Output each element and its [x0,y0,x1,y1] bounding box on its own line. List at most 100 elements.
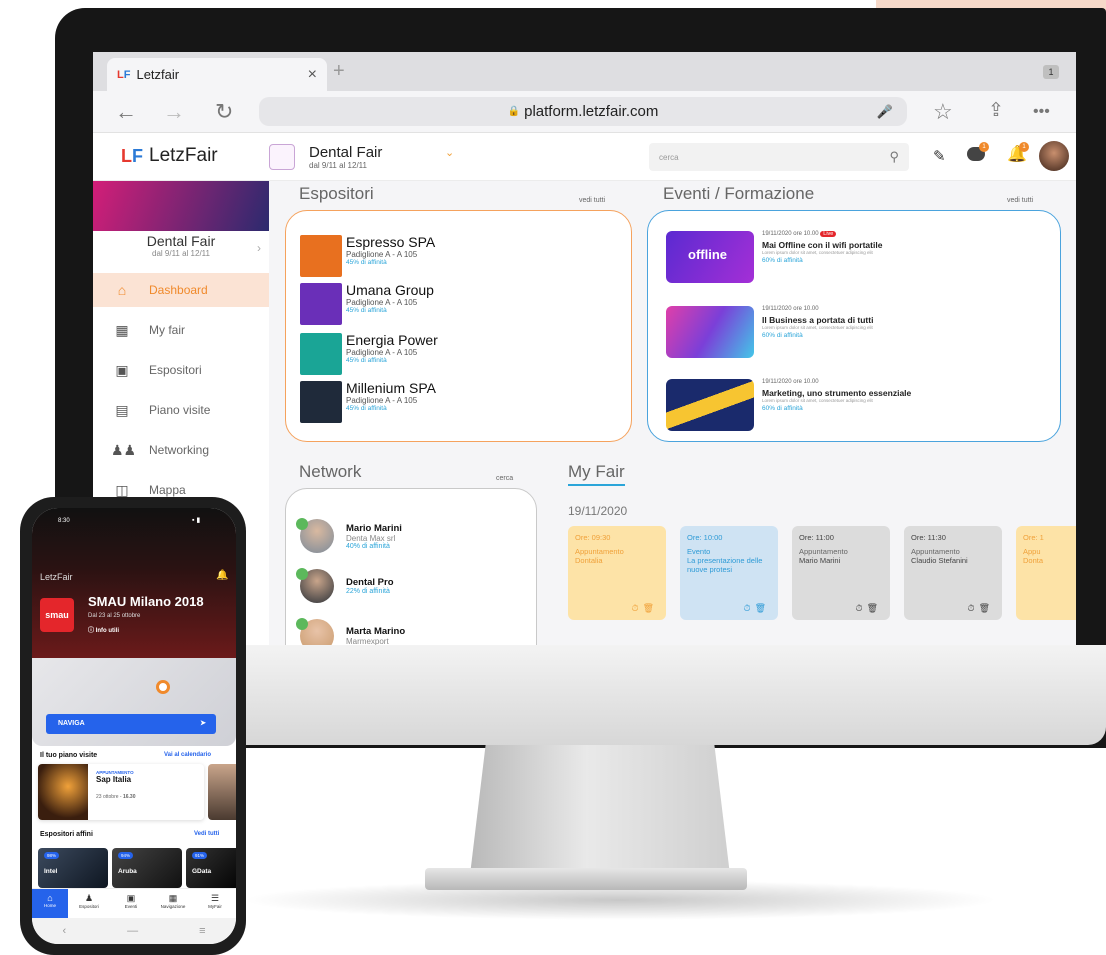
network-search-link[interactable]: cerca [496,475,513,482]
event-item[interactable]: offline 19/11/2020 ore 10.00 Live Mai Of… [666,231,1052,283]
nav-eventi[interactable]: ▣ Eventi [110,889,152,918]
event-item[interactable]: 19/11/2020 ore 10.00 Marketing, uno stru… [666,379,1052,431]
new-tab-button[interactable]: + [333,60,345,83]
chevron-right-icon: › [257,241,261,255]
sidebar-item-label: Piano visite [149,403,211,417]
appointment-who: Donta [1023,556,1044,565]
exhibitor-location: Padiglione A - A 105 [346,396,418,405]
piano-visite-heading: Il tuo piano visite [40,752,98,759]
calendar-link[interactable]: Vai al calendario [164,752,211,758]
chevron-down-icon[interactable]: ⌄ [445,146,454,159]
exhibitor-tile[interactable]: 94% Aruba [112,848,182,888]
sidebar-item-piano-visite[interactable]: ▤ Piano visite [93,393,269,427]
tab-title: Letzfair [136,67,180,82]
bookmark-star-icon[interactable]: ☆ [933,99,953,125]
network-contact[interactable]: Dental Pro 22% di affinità [296,568,394,603]
phone-info-text: Info utili [95,628,119,634]
sidebar-fair-selector[interactable]: Dental Fair dal 9/11 al 12/11 › [93,233,269,269]
sidebar-item-networking[interactable]: ♟♟ Networking [93,433,269,467]
event-date: 19/11/2020 ore 10.00 Live [762,231,1052,237]
espositori-card: Espresso SPA Padiglione A - A 105 45% di… [285,210,632,442]
back-arrow-icon[interactable]: ← [115,99,137,125]
tab-close-icon[interactable]: × [308,66,317,84]
search-icon[interactable]: ⚲ [889,149,899,165]
exhibitor-tile-name: Aruba [118,868,137,875]
sidebar-item-my-fair[interactable]: ▦ My fair [93,313,269,347]
appointment-date: 23 ottobre - [96,794,123,800]
fair-selector[interactable]: Dental Fair dal 9/11 al 12/11 ⌄ [269,140,469,174]
network-contact[interactable]: Mario Marini Denta Max srl 40% di affini… [296,518,402,553]
phone-info-link[interactable]: ⓘ Info utili [88,625,119,634]
event-description: Lorem ipsum dolor sit amet, consectetuer… [762,325,873,330]
network-contact[interactable]: Marta Marino Marmexport [296,618,405,645]
more-menu-icon[interactable]: ••• [1033,103,1050,121]
appointment-card[interactable]: Ore: 10:00 Evento La presentazione delle… [680,526,778,620]
appointment-card[interactable]: Ore: 1 Appu Donta [1016,526,1076,620]
exhibitor-item[interactable]: Energia Power Padiglione A - A 105 45% d… [300,333,438,375]
phone-bell-icon[interactable]: 🔔 [216,570,228,581]
sidebar-item-dashboard[interactable]: ⌂ Dashboard [93,273,269,307]
exhibitor-item[interactable]: Espresso SPA Padiglione A - A 105 45% di… [300,235,435,277]
exhibitor-item[interactable]: Millenium SPA Padiglione A - A 105 45% d… [300,381,436,423]
appointment-card-next[interactable] [208,764,236,820]
contact-company: Denta Max srl [346,533,396,543]
microphone-icon[interactable]: 🎤 [877,104,893,120]
event-affinity: 60% di affinità [762,332,803,339]
event-description: Lorem ipsum dolor sit amet, consectetuer… [762,250,873,255]
online-dot [296,518,308,530]
phone-map[interactable]: NAVIGA ➤ [32,658,236,746]
event-image [666,306,754,358]
phone-status-icons: ▪ ▮ [192,517,201,524]
reload-icon[interactable]: ↻ [215,99,233,125]
eventi-vedi-tutti-link[interactable]: vedi tutti [1007,197,1033,204]
share-icon[interactable]: ⇪ [988,99,1004,122]
appointment-card[interactable]: Ore: 11:30 Appuntamento Claudio Stefanin… [904,526,1002,620]
appointment-actions[interactable]: ⏱🗑 [744,603,770,614]
search-input[interactable]: cerca ⚲ [649,143,909,171]
exhibitor-tile-name: GData [192,868,212,875]
system-back-icon[interactable]: ‹ [62,925,66,937]
forward-arrow-icon[interactable]: → [163,99,185,125]
network-heading: Network [299,462,362,481]
nav-home[interactable]: ⌂ Home [32,889,68,919]
appointment-actions[interactable]: ⏱🗑 [968,603,994,614]
appointment-card[interactable]: Ore: 11:00 Appuntamento Mario Marini ⏱🗑 [792,526,890,620]
fair-dates: dal 9/11 al 12/11 [309,161,367,170]
nav-espositori[interactable]: ♟ Espositori [68,889,110,918]
browser-tab[interactable]: LF Letzfair × [107,58,327,91]
naviga-label: NAVIGA [58,720,85,727]
exhibitor-name: Espresso SPA [346,234,436,250]
id-card-icon: ▦ [115,321,129,338]
appointment-who: Claudio Stefanini [911,556,968,565]
exhibitor-name: Umana Group [346,282,434,298]
appointment-actions[interactable]: ⏱🗑 [856,603,882,614]
appointment-time: Ore: 11:00 [799,533,834,542]
url-text: platform.letzfair.com [524,103,659,120]
appointment-time: Ore: 09:30 [575,533,611,542]
nav-myfair[interactable]: ☰ MyFair [194,889,236,918]
system-home-pill[interactable]: — [127,925,138,937]
exhibitor-tile[interactable]: 98% Intel [38,848,108,888]
event-title: Il Business a portata di tutti [762,315,874,325]
sidebar-item-espositori[interactable]: ▣ Espositori [93,353,269,387]
user-avatar[interactable] [1039,141,1069,171]
lock-icon: 🔒 [507,106,521,117]
phone-appointment-card[interactable]: APPUNTAMENTO Sap Italia 23 ottobre - 16.… [38,764,204,820]
exhibitor-item[interactable]: Umana Group Padiglione A - A 105 45% di … [300,283,434,325]
letzfair-logo[interactable]: LF LetzFair [121,145,218,167]
espositori-vedi-tutti-link[interactable]: vedi tutti [579,197,605,204]
exhibitor-tile[interactable]: 91% GData [186,848,236,888]
appointment-actions[interactable]: ⏱🗑 [632,603,658,614]
espositori-affini-heading: Espositori affini [40,831,93,838]
nav-navigazione[interactable]: ▦ Navigazione [152,889,194,918]
pencil-icon[interactable]: ✎ [933,147,946,165]
vedi-tutti-link[interactable]: Vedi tutti [194,831,219,837]
appointment-card[interactable]: Ore: 09:30 Appuntamento Dontalia ⏱🗑 [568,526,666,620]
url-field[interactable]: 🔒 platform.letzfair.com 🎤 [259,97,907,126]
event-item[interactable]: 19/11/2020 ore 10.00 Il Business a porta… [666,306,1052,358]
naviga-button[interactable]: NAVIGA ➤ [46,714,216,734]
system-menu-icon[interactable]: ≡ [199,925,205,937]
tab-count-badge[interactable]: 1 [1043,65,1059,79]
appointment-datetime: 23 ottobre - 16.30 [96,794,135,800]
appointment-image [38,764,88,820]
